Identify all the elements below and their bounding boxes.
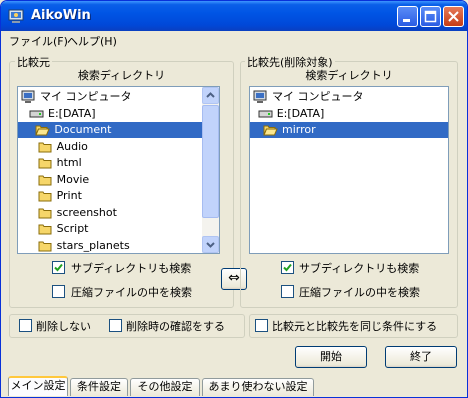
no-delete-label: 削除しない	[36, 320, 91, 333]
tree-item-label: html	[56, 156, 82, 169]
folder-icon	[38, 224, 52, 235]
target-dir-label: 検索ディレクトリ	[305, 69, 393, 82]
tree-item-label: Script	[56, 222, 89, 235]
tree-item-label: マイ コンピュータ	[40, 90, 132, 103]
start-button[interactable]: 開始	[295, 346, 367, 368]
computer-icon	[253, 90, 267, 103]
source-archive-label: 圧縮ファイルの中を検索	[71, 286, 192, 299]
source-dir-label: 検索ディレクトリ	[77, 69, 166, 82]
target-archive-checkbox[interactable]	[281, 285, 294, 298]
source-archive-checkbox[interactable]	[52, 285, 65, 298]
tree-item[interactable]: Movie	[18, 172, 203, 188]
window-title: AikoWin	[31, 8, 91, 23]
source-subdir-checkbox[interactable]	[52, 261, 65, 274]
drive-icon	[258, 110, 273, 117]
tree-item-label: mirror	[282, 123, 316, 136]
tree-item[interactable]: E:[DATA]	[250, 106, 448, 122]
minimize-button[interactable]	[397, 6, 418, 27]
same-condition-label: 比較元と比較先を同じ条件にする	[272, 320, 438, 333]
target-subdir-label: サブディレクトリも検索	[299, 262, 420, 275]
tree-item[interactable]: Print	[18, 188, 203, 204]
no-delete-checkbox[interactable]	[19, 319, 32, 332]
scroll-down-button[interactable]	[202, 236, 219, 253]
close-icon	[448, 11, 459, 22]
tree-item[interactable]: マイ コンピュータ	[250, 89, 448, 105]
tab-main-settings[interactable]: メイン設定	[8, 376, 68, 396]
minimize-icon	[403, 19, 410, 22]
tab-other-settings[interactable]: その他設定	[130, 378, 200, 396]
tree-item[interactable]: stars_planets	[18, 238, 203, 254]
tree-item-label: screenshot	[56, 205, 117, 219]
title-bar[interactable]: AikoWin	[1, 1, 467, 31]
source-subdir-label: サブディレクトリも検索	[71, 262, 192, 275]
menu-file[interactable]: ファイル(F)	[9, 33, 68, 49]
folder-icon	[38, 142, 52, 152]
folder-icon	[38, 208, 52, 218]
target-archive-label: 圧縮ファイルの中を検索	[299, 286, 420, 299]
tree-item[interactable]: screenshot	[18, 205, 203, 221]
confirm-delete-label: 削除時の確認をする	[126, 320, 225, 333]
tree-item-label: Print	[56, 189, 82, 202]
computer-icon	[21, 90, 35, 103]
tree-item-label: Audio	[56, 139, 88, 153]
folder-icon	[38, 158, 52, 169]
tree-item-label: stars_planets	[56, 238, 130, 252]
folder-icon	[38, 191, 52, 202]
tree-item[interactable]: Audio	[18, 139, 203, 155]
tree-item[interactable]: html	[18, 155, 203, 171]
source-directory-tree[interactable]: stars_planets Script screenshot Print Movie h…	[17, 86, 220, 254]
scroll-up-button[interactable]	[202, 87, 219, 104]
tree-item-label: E:[DATA]	[276, 106, 325, 120]
open-folder-icon	[263, 125, 278, 136]
tree-item[interactable]: マイ コンピュータ	[18, 89, 203, 105]
confirm-delete-checkbox[interactable]	[109, 319, 122, 332]
chevron-up-icon	[206, 92, 215, 98]
open-folder-icon	[35, 125, 51, 136]
source-tree-scrollbar[interactable]	[202, 87, 219, 253]
tree-item-label: Document	[54, 123, 112, 136]
maximize-icon	[424, 10, 437, 23]
drive-icon	[29, 110, 44, 117]
folder-icon	[38, 175, 52, 185]
exit-button[interactable]: 終了	[385, 346, 457, 368]
target-subdir-checkbox[interactable]	[281, 261, 294, 274]
menu-help[interactable]: ヘルプ(H)	[67, 33, 117, 49]
tree-item[interactable]: Script	[18, 221, 203, 237]
main-window: AikoWin ファイル(F) ヘルプ(H) 比較元 検索ディレクトリ star…	[0, 0, 468, 398]
tree-item[interactable]: E:[DATA]	[18, 106, 203, 122]
tree-item-label: E:[DATA]	[48, 106, 96, 120]
tree-item-label: マイ コンピュータ	[272, 90, 364, 103]
checkmark-icon	[283, 263, 292, 272]
app-icon	[8, 9, 24, 23]
tab-condition-settings[interactable]: 条件設定	[70, 378, 128, 396]
chevron-down-icon	[206, 242, 215, 248]
scroll-thumb[interactable]	[202, 105, 219, 218]
folder-icon	[38, 241, 52, 251]
tree-item-selected[interactable]: mirror	[250, 122, 448, 138]
menu-bar: ファイル(F) ヘルプ(H)	[1, 31, 467, 49]
same-condition-checkbox[interactable]	[255, 319, 268, 332]
maximize-button[interactable]	[420, 6, 441, 27]
tree-item-selected[interactable]: Document	[18, 122, 203, 138]
tree-item-label: Movie	[56, 172, 90, 186]
target-directory-tree[interactable]: mirror E:[DATA] マイ コンピュータ	[249, 86, 449, 254]
checkmark-icon	[54, 263, 63, 272]
tab-rarely-used-settings[interactable]: あまり使わない設定	[202, 378, 314, 396]
close-button[interactable]	[443, 6, 464, 27]
